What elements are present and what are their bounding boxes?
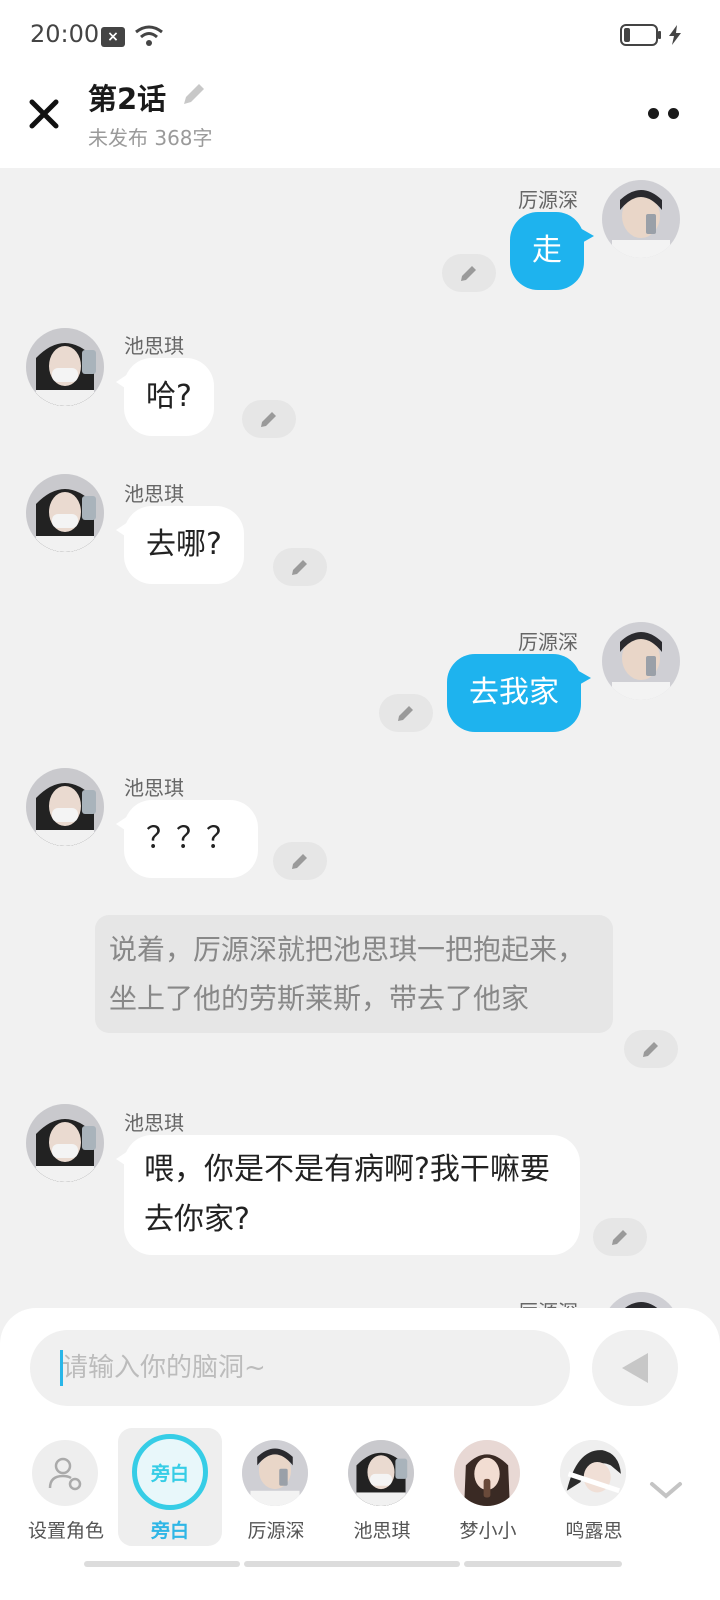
avatar[interactable] — [26, 1104, 104, 1182]
chevron-down-icon[interactable] — [648, 1478, 684, 1502]
role-scroll-indicator — [244, 1561, 460, 1567]
role-meng-xiaoxiao[interactable]: 梦小小 — [436, 1428, 540, 1546]
more-button[interactable] — [640, 100, 690, 124]
close-button[interactable] — [24, 94, 64, 134]
chapter-meta: 未发布 368字 — [88, 126, 213, 150]
message-bubble[interactable]: 喂，你是不是有病啊?我干嘛要去你家? — [116, 1135, 580, 1255]
pencil-icon[interactable] — [180, 80, 208, 108]
wifi-icon — [135, 25, 163, 46]
send-icon — [622, 1353, 648, 1383]
pencil-icon — [643, 1042, 658, 1057]
avatar — [242, 1440, 308, 1506]
notification-icon: × — [101, 27, 125, 47]
role-label: 旁白 — [150, 1520, 189, 1542]
role-ming-lusi[interactable]: 鸣露思 — [542, 1428, 646, 1546]
status-bar: 20:00 × — [0, 0, 720, 70]
message-bubble[interactable]: 去我家 — [447, 654, 591, 732]
role-label: 池思琪 — [353, 1520, 411, 1542]
speaker-name: 池思琪 — [124, 1111, 184, 1135]
status-time: 20:00 — [30, 20, 100, 48]
role-label: 梦小小 — [459, 1520, 517, 1542]
speaker-name: 池思琪 — [124, 334, 184, 358]
message-bubble[interactable]: 去哪? — [116, 506, 244, 584]
speaker-name: 池思琪 — [124, 776, 184, 800]
avatar — [348, 1440, 414, 1506]
role-li-yuanshen[interactable]: 厉源深 — [224, 1428, 328, 1546]
set-role-button[interactable]: 设置角色 — [14, 1428, 118, 1546]
pencil-icon — [461, 266, 476, 281]
role-label: 厉源深 — [247, 1520, 305, 1542]
edit-message-button[interactable] — [624, 1030, 678, 1068]
role-label: 设置角色 — [27, 1520, 104, 1542]
input-placeholder: 请输入你的脑洞~ — [62, 1353, 266, 1383]
pencil-icon — [612, 1230, 627, 1245]
role-narration[interactable]: 旁白 旁白 — [118, 1428, 222, 1546]
edit-message-button[interactable] — [442, 254, 496, 292]
role-scroll-indicator — [464, 1561, 622, 1567]
chat-area[interactable]: 厉源深 走 池思琪 哈? 池思琪 去哪? 厉源深 去我家 池思琪 ？？？ 说着，… — [0, 168, 720, 1328]
pencil-icon — [292, 854, 307, 869]
pencil-icon — [398, 706, 413, 721]
message-bubble[interactable]: 哈? — [116, 358, 214, 436]
message-bubble[interactable]: ？？？ — [116, 800, 258, 878]
send-button[interactable] — [592, 1330, 678, 1406]
text-caret — [60, 1350, 63, 1386]
message-input[interactable]: 请输入你的脑洞~ — [30, 1330, 570, 1406]
close-icon — [29, 99, 59, 129]
speaker-name: 厉源深 — [518, 188, 578, 212]
message-bubble[interactable]: 走 — [510, 212, 594, 290]
avatar — [454, 1440, 520, 1506]
edit-message-button[interactable] — [273, 842, 327, 880]
composer-panel: 请输入你的脑洞~ 设置角色 旁白 旁白 厉源深 池思琪 梦小小 鸣露思 — [0, 1308, 720, 1600]
role-scroll-indicator — [84, 1561, 240, 1567]
avatar[interactable] — [602, 622, 680, 700]
speaker-name: 厉源深 — [518, 630, 578, 654]
avatar[interactable] — [602, 180, 680, 258]
battery-icon — [620, 24, 661, 46]
avatar[interactable] — [26, 328, 104, 406]
narration-badge: 旁白 — [132, 1434, 208, 1510]
edit-message-button[interactable] — [242, 400, 296, 438]
avatar — [560, 1440, 626, 1506]
pencil-icon — [261, 412, 276, 427]
avatar[interactable] — [26, 474, 104, 552]
edit-message-button[interactable] — [379, 694, 433, 732]
speaker-name: 池思琪 — [124, 482, 184, 506]
avatar[interactable] — [26, 768, 104, 846]
editor-header: 第2话 未发布 368字 — [0, 70, 720, 168]
narration-bubble[interactable]: 说着，厉源深就把池思琪一把抱起来，坐上了他的劳斯莱斯，带去了他家 — [95, 915, 613, 1033]
chapter-title: 第2话 — [88, 82, 167, 116]
edit-message-button[interactable] — [273, 548, 327, 586]
edit-message-button[interactable] — [593, 1218, 647, 1256]
charging-icon — [669, 25, 681, 45]
pencil-icon — [292, 560, 307, 575]
role-chi-siqi[interactable]: 池思琪 — [330, 1428, 434, 1546]
user-settings-icon — [32, 1440, 98, 1506]
role-label: 鸣露思 — [565, 1520, 623, 1542]
